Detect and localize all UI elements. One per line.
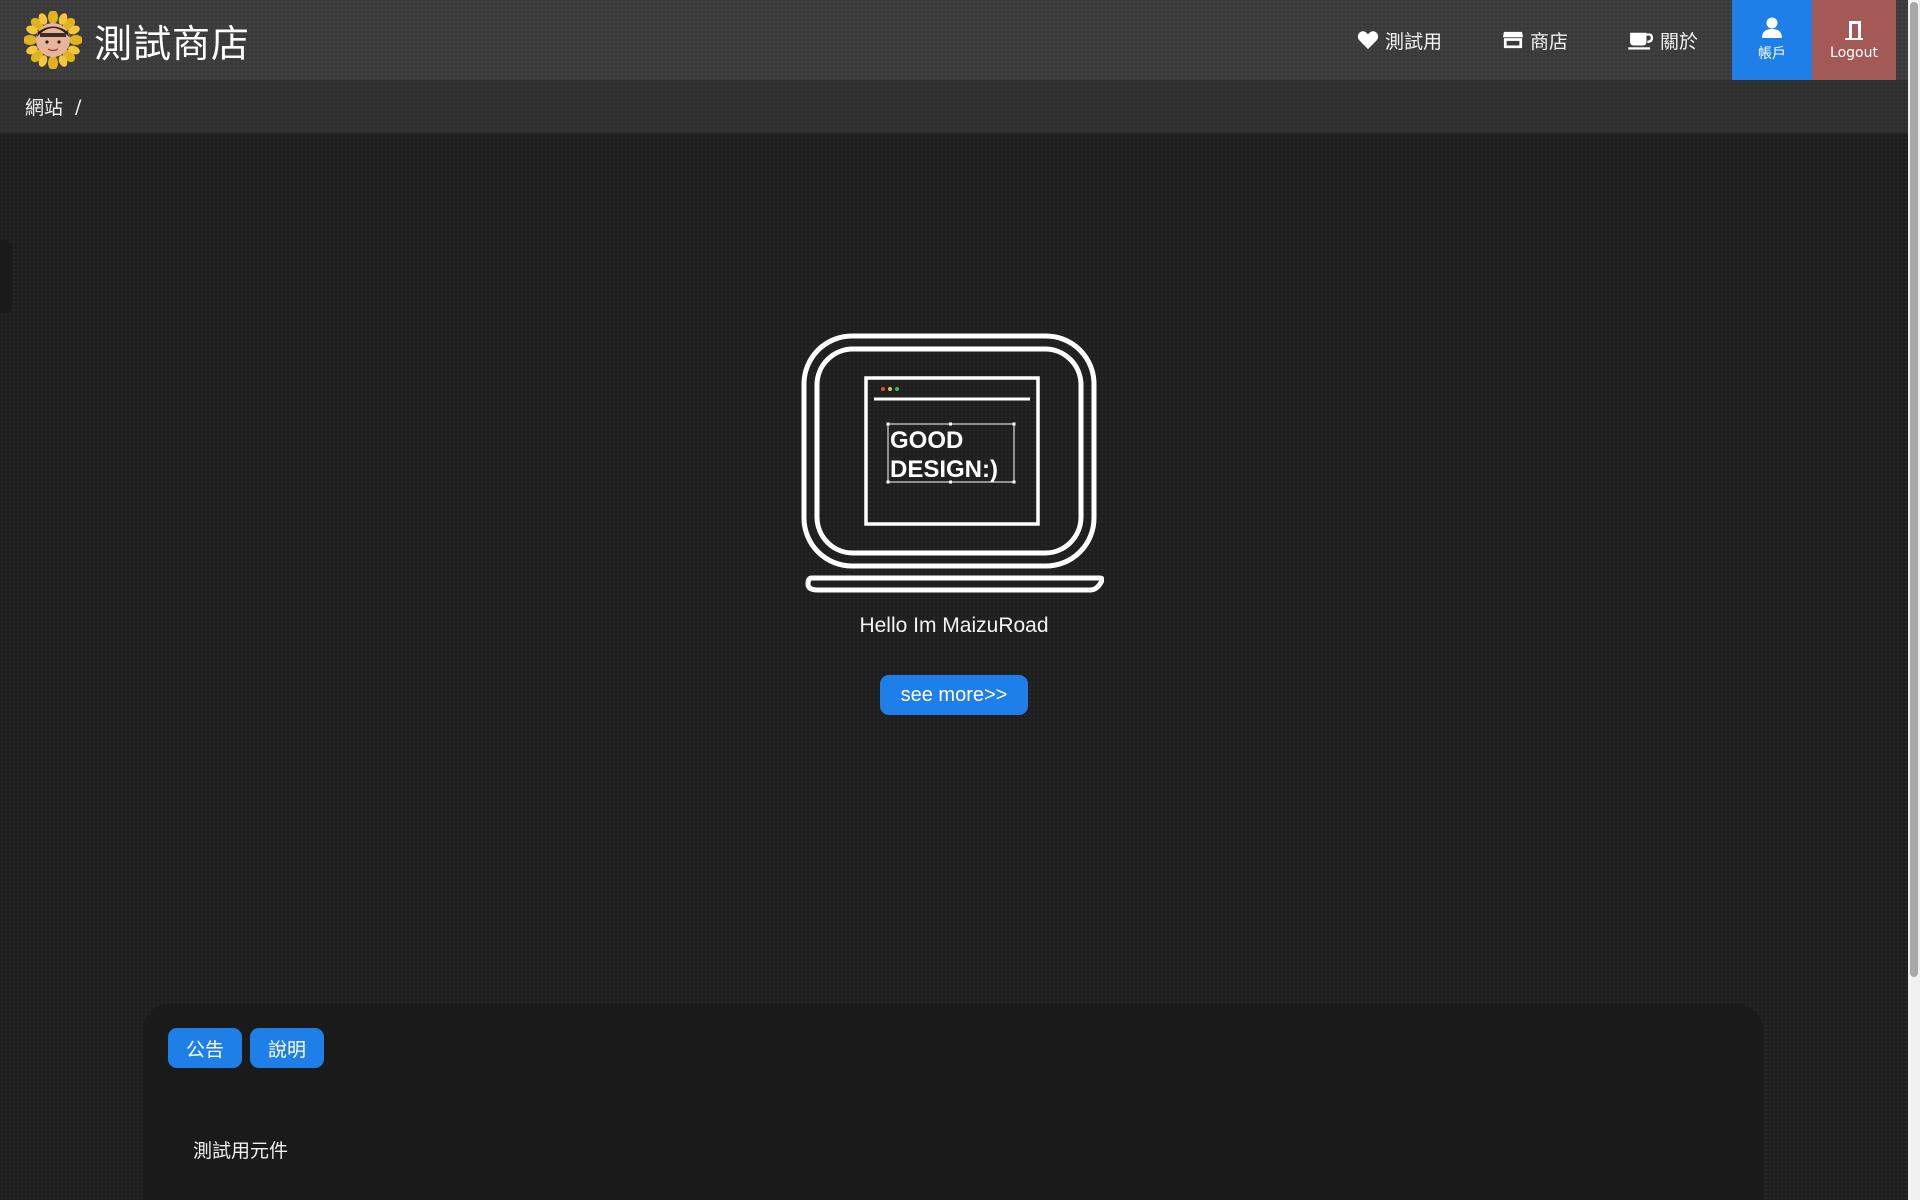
breadcrumb: 網站 /: [0, 80, 1908, 134]
heart-icon: [1357, 31, 1379, 50]
hero-caption: Hello Im MaizuRoad: [859, 614, 1049, 637]
brand-title: 測試商店: [94, 21, 251, 66]
screen-text-line1: GOOD: [890, 427, 963, 454]
see-more-button[interactable]: see more>>: [880, 675, 1028, 715]
tab-description[interactable]: 說明: [250, 1028, 325, 1068]
page-scrollbar[interactable]: [1908, 0, 1920, 1200]
nav-item-test[interactable]: 測試用: [1357, 27, 1442, 54]
account-button[interactable]: 帳戶: [1732, 0, 1812, 80]
top-navbar: 測試商店 測試用 商店 關於 帳戶 Logout: [0, 0, 1908, 80]
breadcrumb-separator: /: [75, 95, 82, 118]
card-content: 測試用元件: [193, 1140, 289, 1162]
user-icon: [1762, 17, 1782, 38]
coffee-icon: [1628, 32, 1654, 50]
screen-text-line2: DESIGN:): [890, 456, 998, 483]
sunflower-avatar-logo: [23, 10, 83, 70]
info-card: 公告 說明 測試用元件: [143, 1004, 1763, 1200]
nav-links: 測試用 商店 關於: [1297, 0, 1698, 80]
card-tabs: 公告 說明: [168, 1028, 332, 1068]
nav-item-label: 測試用: [1384, 30, 1442, 53]
nav-item-label: 商店: [1529, 30, 1568, 53]
brand-link[interactable]: 測試商店: [23, 10, 251, 70]
nav-item-store[interactable]: 商店: [1502, 27, 1568, 54]
scrollbar-thumb[interactable]: [1910, 2, 1918, 977]
account-label: 帳戶: [1758, 46, 1786, 62]
logout-button[interactable]: Logout: [1812, 0, 1896, 80]
logout-label: Logout: [1830, 45, 1878, 61]
nav-item-about[interactable]: 關於: [1628, 27, 1698, 54]
nav-item-label: 關於: [1659, 30, 1698, 53]
store-icon: [1502, 31, 1523, 49]
door-exit-icon: [1845, 21, 1863, 40]
laptop-illustration: GOOD DESIGN:): [801, 333, 1104, 593]
breadcrumb-item-site[interactable]: 網站: [25, 93, 63, 120]
tab-announcement[interactable]: 公告: [168, 1028, 243, 1068]
hero-section: GOOD DESIGN:) Hello Im MaizuRoad see mor…: [0, 134, 1908, 994]
